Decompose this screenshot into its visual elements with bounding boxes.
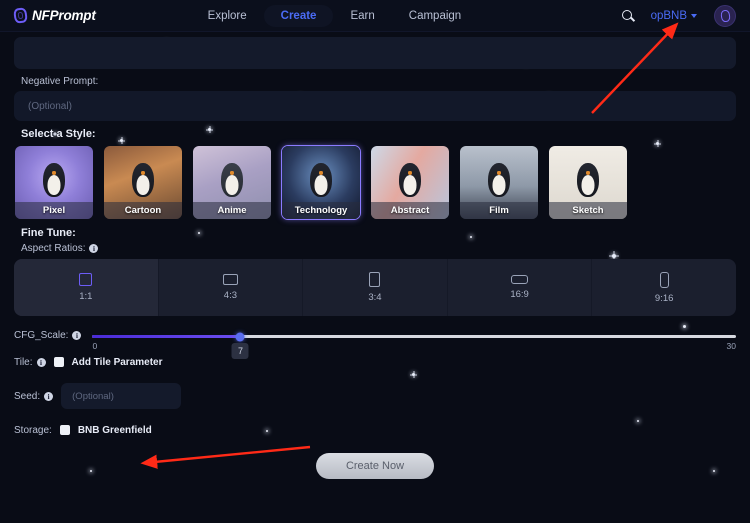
seed-label-group: Seed: i: [14, 390, 54, 402]
storage-checkbox[interactable]: [59, 425, 70, 435]
main-nav: Explore Create Earn Campaign: [191, 4, 479, 27]
ratio-portrait-icon: [369, 272, 381, 287]
chevron-down-icon: [691, 13, 697, 18]
tile-label-group: Tile: i: [14, 356, 46, 368]
nav-item-earn[interactable]: Earn: [333, 5, 391, 27]
style-card-label: Sketch: [549, 202, 627, 219]
ratio-landscape-icon: [222, 274, 238, 285]
create-form: Negative Prompt: (Optional) Select a Sty…: [0, 37, 750, 479]
storage-label: Storage:: [14, 425, 52, 436]
chain-selector[interactable]: opBNB: [651, 10, 697, 22]
style-picker: Pixel Cartoon Anime Technology Abstract …: [14, 145, 736, 220]
seed-label: Seed:: [14, 391, 41, 402]
nav-item-create[interactable]: Create: [263, 4, 334, 27]
aspect-ratio-9-16[interactable]: 9:16: [592, 259, 736, 316]
aspect-ratio-1-1[interactable]: 1:1: [14, 259, 159, 316]
ratio-square-icon: [79, 273, 93, 286]
slider-min-label: 0: [92, 341, 98, 351]
aspect-ratio-label: 1:1: [79, 291, 93, 302]
style-card-cartoon[interactable]: Cartoon: [103, 145, 183, 220]
aspect-ratio-label: 9:16: [654, 292, 674, 304]
penguin-icon: [577, 162, 599, 197]
nfprompt-logo-icon: [13, 7, 28, 24]
seed-input[interactable]: (Optional): [61, 383, 182, 409]
fine-tune-label: Fine Tune:: [21, 227, 76, 239]
style-card-pixel[interactable]: Pixel: [14, 145, 94, 220]
prompt-input[interactable]: [14, 37, 736, 69]
aspect-ratios-label-row: Aspect Ratios: i: [21, 243, 736, 254]
seed-placeholder: (Optional): [72, 390, 114, 402]
penguin-icon: [488, 162, 510, 197]
negative-prompt-label: Negative Prompt:: [21, 76, 99, 87]
style-card-technology[interactable]: Technology: [281, 145, 361, 220]
cfg-scale-row: CFG_Scale: i 0 30 7: [14, 329, 736, 359]
portrait-icon: [221, 162, 243, 197]
storage-checkbox-label[interactable]: BNB Greenfield: [78, 425, 152, 436]
nav-item-explore[interactable]: Explore: [191, 5, 264, 27]
slider-track[interactable]: [92, 332, 736, 341]
search-icon[interactable]: [621, 9, 634, 22]
penguin-icon: [132, 162, 154, 197]
seed-row: Seed: i (Optional): [14, 383, 736, 409]
create-button-wrap: Create Now: [14, 453, 736, 479]
create-now-button[interactable]: Create Now: [315, 453, 435, 479]
storage-row: Storage: BNB Greenfield: [14, 424, 736, 437]
aspect-ratios-label: Aspect Ratios:: [21, 243, 86, 254]
slider-max-label: 30: [726, 341, 736, 351]
ratio-wide-icon: [511, 275, 529, 284]
style-card-label: Abstract: [371, 202, 449, 219]
cfg-scale-label-group: CFG_Scale: i: [14, 329, 82, 341]
style-card-film[interactable]: Film: [459, 145, 539, 220]
info-icon[interactable]: i: [36, 358, 46, 367]
logo-label: NFPrompt: [32, 8, 96, 23]
style-card-label: Pixel: [15, 202, 93, 219]
info-icon[interactable]: i: [72, 331, 82, 340]
negative-prompt-placeholder: (Optional): [28, 100, 72, 112]
style-card-sketch[interactable]: Sketch: [548, 145, 628, 220]
style-card-anime[interactable]: Anime: [192, 145, 272, 220]
negative-prompt-input[interactable]: (Optional): [14, 91, 736, 121]
aspect-ratio-4-3[interactable]: 4:3: [159, 259, 304, 316]
header-actions: opBNB: [621, 4, 736, 27]
info-icon[interactable]: i: [89, 244, 99, 253]
tile-checkbox-label[interactable]: Add Tile Parameter: [72, 357, 163, 368]
style-card-label: Technology: [282, 202, 360, 219]
app-root: NFPrompt Explore Create Earn Campaign op…: [0, 0, 750, 523]
tile-checkbox[interactable]: [53, 357, 64, 367]
aspect-ratio-label: 16:9: [510, 289, 529, 300]
cfg-scale-slider[interactable]: 0 30 7: [92, 329, 736, 359]
ratio-tall-icon: [659, 271, 669, 288]
aspect-ratio-3-4[interactable]: 3:4: [303, 259, 448, 316]
style-card-label: Cartoon: [104, 202, 182, 219]
style-card-abstract[interactable]: Abstract: [370, 145, 450, 220]
penguin-icon: [310, 162, 332, 197]
nav-item-campaign[interactable]: Campaign: [392, 5, 478, 27]
top-navbar: NFPrompt Explore Create Earn Campaign op…: [0, 0, 750, 32]
cfg-scale-label: CFG_Scale:: [14, 330, 69, 341]
info-icon[interactable]: i: [44, 392, 54, 401]
aspect-ratio-picker: 1:1 4:3 3:4 16:9 9:16: [14, 259, 736, 316]
aspect-ratio-label: 3:4: [368, 292, 382, 303]
slider-thumb[interactable]: [235, 332, 245, 341]
style-card-label: Film: [460, 202, 538, 219]
style-card-label: Anime: [193, 202, 271, 219]
penguin-icon: [399, 162, 421, 197]
aspect-ratio-16-9[interactable]: 16:9: [448, 259, 593, 316]
aspect-ratio-label: 4:3: [223, 290, 237, 301]
tile-row: Tile: i Add Tile Parameter: [14, 356, 736, 369]
slider-fill: [92, 335, 241, 338]
app-logo[interactable]: NFPrompt: [13, 7, 96, 24]
avatar-icon: [719, 8, 731, 23]
slider-value-tooltip: 7: [231, 343, 249, 359]
select-style-label: Select a Style:: [21, 128, 96, 140]
chain-label: opBNB: [650, 9, 687, 22]
penguin-icon: [43, 162, 65, 197]
tile-label: Tile:: [14, 357, 33, 368]
avatar[interactable]: [714, 4, 736, 27]
